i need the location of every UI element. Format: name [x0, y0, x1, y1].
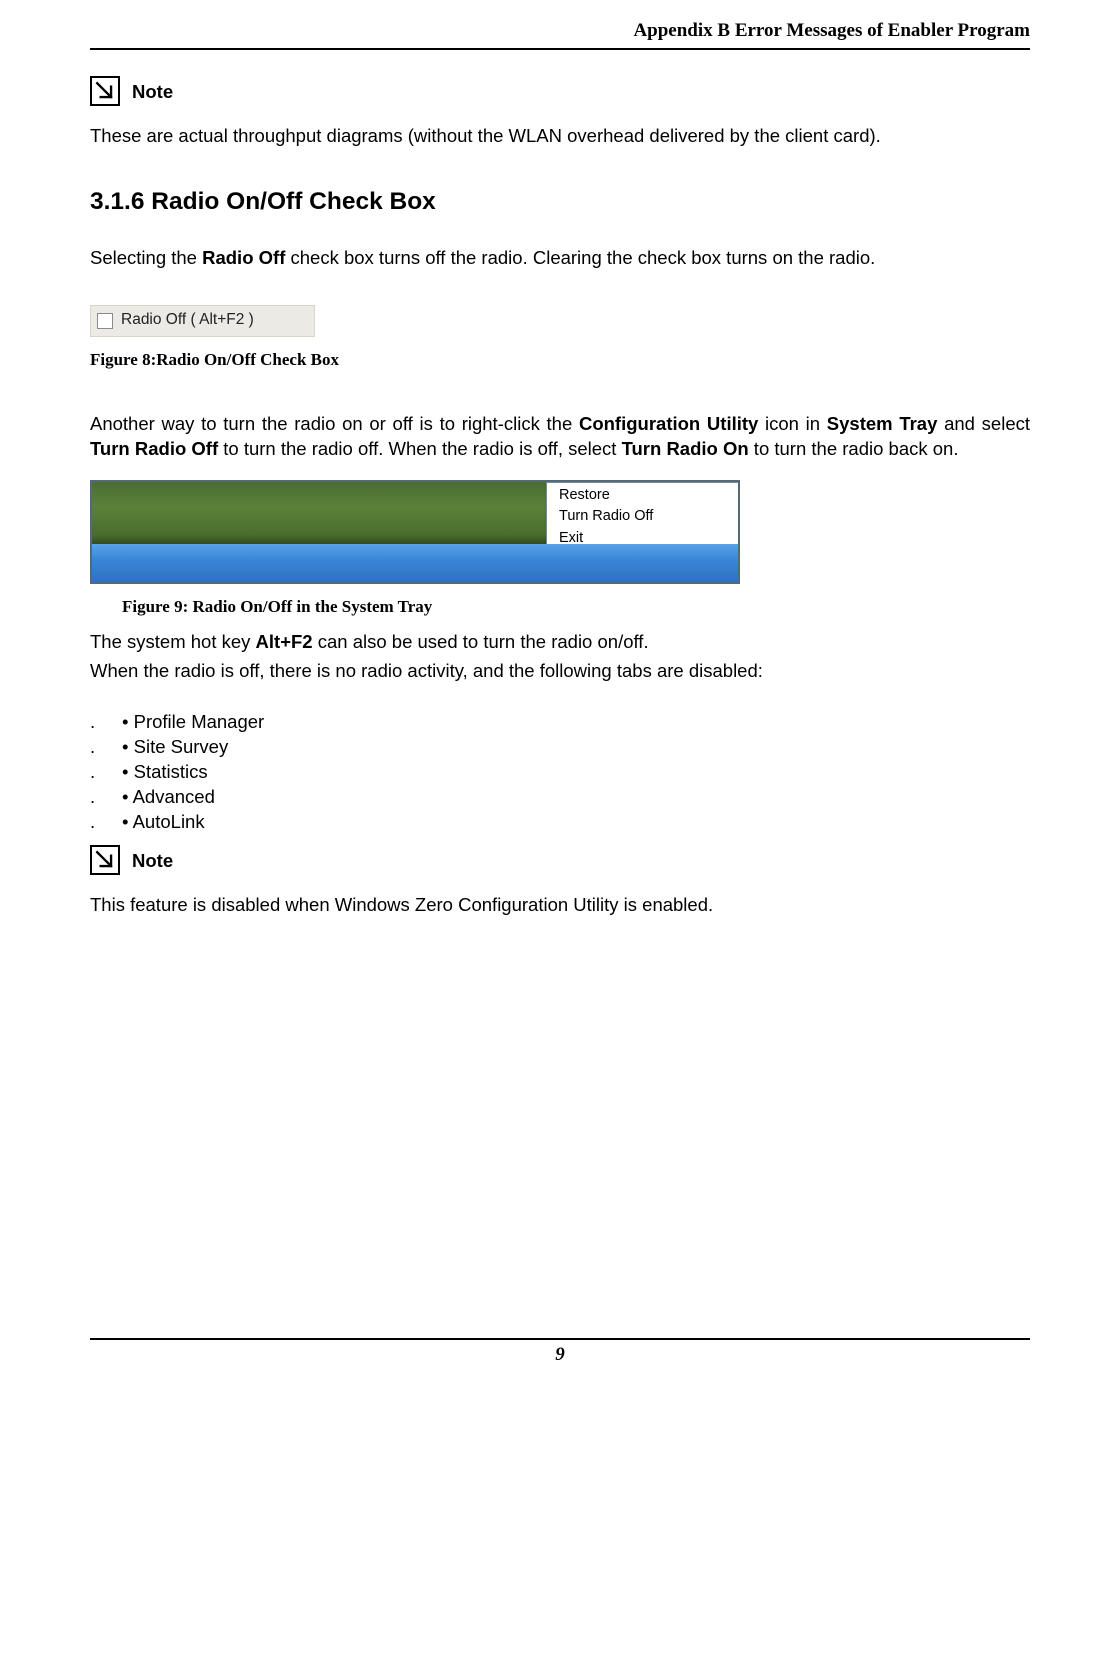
figure-9-caption: Figure 9: Radio On/Off in the System Tra…	[90, 596, 1030, 619]
tray-menu-turn-radio-off[interactable]: Turn Radio Off	[549, 506, 739, 528]
list-bullet: .	[90, 710, 96, 735]
note-text-1: These are actual throughput diagrams (wi…	[90, 124, 1030, 149]
text-segment: and select	[937, 413, 1030, 434]
text-segment: to turn the radio back on.	[749, 438, 959, 459]
list-item: . • Profile Manager	[90, 710, 1030, 735]
list-item-label: • Profile Manager	[122, 710, 264, 735]
disabled-tabs-list: . • Profile Manager . • Site Survey . • Sta…	[90, 710, 1030, 835]
list-item: . • Advanced	[90, 785, 1030, 810]
text-segment: icon in	[758, 413, 826, 434]
radio-off-checkbox[interactable]	[97, 313, 113, 329]
bold-turn-radio-on: Turn Radio On	[622, 438, 749, 459]
list-item-label: • Advanced	[122, 785, 215, 810]
radio-off-checkbox-label: Radio Off ( Alt+F2 )	[121, 310, 254, 331]
note-label-2: Note	[132, 849, 173, 875]
tray-taskbar	[92, 544, 738, 582]
figure-system-tray: Restore Turn Radio Off Exit	[90, 480, 740, 584]
list-item: . • Statistics	[90, 760, 1030, 785]
text-segment: check box turns off the radio. Clearing …	[285, 247, 875, 268]
note-arrow-icon	[90, 76, 120, 106]
tray-desktop-background: Restore Turn Radio Off Exit	[92, 482, 738, 544]
note-block-1: Note	[90, 76, 1030, 106]
bold-alt-f2: Alt+F2	[256, 631, 313, 652]
list-bullet: .	[90, 810, 96, 835]
section-heading: 3.1.6 Radio On/Off Check Box	[90, 185, 1030, 218]
figure-radio-off-checkbox: Radio Off ( Alt+F2 )	[90, 305, 315, 337]
tray-menu-restore[interactable]: Restore	[549, 485, 739, 507]
list-item-label: • Site Survey	[122, 735, 228, 760]
note-block-2: Note	[90, 845, 1030, 875]
note-label-1: Note	[132, 80, 173, 106]
text-segment: The system hot key	[90, 631, 256, 652]
header-title: Appendix B Error Messages of Enabler Pro…	[633, 20, 1030, 41]
list-bullet: .	[90, 735, 96, 760]
note-arrow-icon	[90, 845, 120, 875]
figure-8-caption: Figure 8:Radio On/Off Check Box	[90, 349, 1030, 372]
text-segment: Another way to turn the radio on or off …	[90, 413, 579, 434]
bold-config-utility: Configuration Utility	[579, 413, 758, 434]
text-segment: Selecting the	[90, 247, 202, 268]
list-bullet: .	[90, 785, 96, 810]
text-segment: to turn the radio off. When the radio is…	[218, 438, 621, 459]
list-item: . • Site Survey	[90, 735, 1030, 760]
list-bullet: .	[90, 760, 96, 785]
paragraph-system-tray: Another way to turn the radio on or off …	[90, 412, 1030, 462]
page-footer: 9	[90, 1338, 1030, 1368]
page-number: 9	[555, 1344, 565, 1365]
list-item-label: • AutoLink	[122, 810, 205, 835]
note-text-2: This feature is disabled when Windows Ze…	[90, 893, 1030, 918]
page-header: Appendix B Error Messages of Enabler Pro…	[90, 0, 1030, 50]
paragraph-disabled-tabs: When the radio is off, there is no radio…	[90, 659, 1030, 684]
paragraph-hotkey: The system hot key Alt+F2 can also be us…	[90, 630, 1030, 655]
list-item: . • AutoLink	[90, 810, 1030, 835]
bold-radio-off: Radio Off	[202, 247, 285, 268]
bold-turn-radio-off: Turn Radio Off	[90, 438, 218, 459]
text-segment: can also be used to turn the radio on/of…	[313, 631, 649, 652]
tray-context-menu: Restore Turn Radio Off Exit	[546, 482, 740, 553]
bold-system-tray: System Tray	[827, 413, 938, 434]
list-item-label: • Statistics	[122, 760, 208, 785]
paragraph-radio-off: Selecting the Radio Off check box turns …	[90, 246, 1030, 271]
